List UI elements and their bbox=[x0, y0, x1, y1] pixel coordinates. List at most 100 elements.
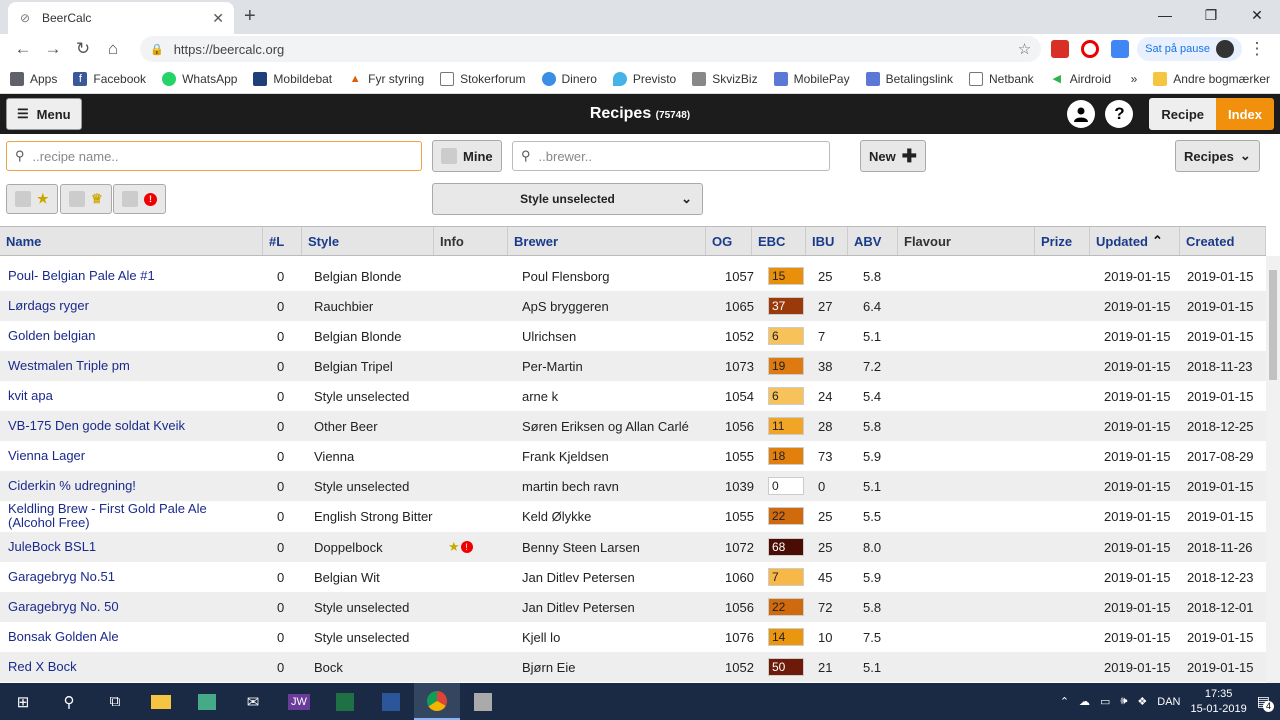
col-liters[interactable]: #L bbox=[263, 227, 302, 255]
menu-button[interactable]: ☰ Menu bbox=[6, 98, 82, 130]
address-bar[interactable]: 🔒 https://beercalc.org ☆ bbox=[140, 36, 1042, 62]
col-style[interactable]: Style bbox=[302, 227, 434, 255]
index-tab[interactable]: Index bbox=[1216, 98, 1274, 130]
recipe-name-link[interactable]: Westmalen Triple pm bbox=[8, 351, 238, 381]
table-row[interactable]: Vienna Lager 0 Vienna Frank Kjeldsen 1055 18 7… bbox=[0, 441, 1266, 471]
table-row[interactable]: Golden belgian 0 Belgian Blonde Ulrichsen 10… bbox=[0, 321, 1266, 351]
windows-start-icon[interactable]: ⊞ bbox=[0, 683, 46, 720]
store-icon[interactable] bbox=[184, 683, 230, 720]
table-row[interactable]: Poul- Belgian Pale Ale #1 0 Belgian Blonde… bbox=[0, 261, 1266, 291]
new-tab-icon[interactable]: + bbox=[244, 5, 256, 28]
bookmarks-overflow-icon[interactable]: » bbox=[1131, 72, 1138, 86]
warning-filter[interactable]: ! bbox=[113, 184, 166, 214]
help-icon[interactable]: ? bbox=[1105, 100, 1134, 128]
clock[interactable]: 17:35 15-01-2019 bbox=[1190, 687, 1246, 717]
bookmark-star-icon[interactable]: ☆ bbox=[1018, 40, 1031, 58]
close-tab-icon[interactable]: ✕ bbox=[212, 10, 224, 27]
table-row[interactable]: Ciderkin % udregning! 0 Style unselected ma… bbox=[0, 471, 1266, 501]
recipe-name-link[interactable]: Bonsak Golden Ale bbox=[8, 622, 238, 652]
table-row[interactable]: Bonsak Golden Ale 0 Style unselected Kjell … bbox=[0, 622, 1266, 652]
extension-calendar-icon[interactable] bbox=[1051, 40, 1070, 58]
bookmark-whatsapp[interactable]: WhatsApp bbox=[162, 71, 237, 86]
table-row[interactable]: Lørdags ryger 0 Rauchbier ApS bryggeren 1065… bbox=[0, 291, 1266, 321]
mine-toggle[interactable]: Mine bbox=[432, 140, 502, 172]
col-abv[interactable]: ABV bbox=[848, 227, 898, 255]
word-icon[interactable] bbox=[368, 683, 414, 720]
col-ibu[interactable]: IBU bbox=[806, 227, 848, 255]
table-row[interactable]: Westmalen Triple pm 0 Belgian Tripel Per-Ma… bbox=[0, 351, 1266, 381]
browser-menu-icon[interactable]: ⋮ bbox=[1242, 39, 1272, 59]
home-icon[interactable]: ⌂ bbox=[98, 39, 128, 59]
col-created[interactable]: Created bbox=[1180, 227, 1266, 255]
camera-app-icon[interactable] bbox=[460, 683, 506, 720]
browser-tab[interactable]: ⊘ BeerCalc ✕ bbox=[8, 2, 234, 34]
col-updated[interactable]: Updated ⌃ bbox=[1090, 227, 1180, 255]
table-row[interactable]: JuleBock BSL1 0 Doppelbock ★! Benny Steen La… bbox=[0, 532, 1266, 562]
recipes-dropdown[interactable]: Recipes ⌄ bbox=[1175, 140, 1260, 172]
recipe-name-link[interactable]: Poul- Belgian Pale Ale #1 bbox=[8, 261, 238, 291]
recipe-search-input[interactable]: ⚲ ..recipe name.. bbox=[6, 141, 422, 171]
translate-icon[interactable] bbox=[1111, 40, 1130, 58]
notification-icon[interactable]: ▤ 4 bbox=[1257, 693, 1274, 712]
recipe-name-link[interactable]: JuleBock BSL1 bbox=[8, 532, 238, 562]
table-row[interactable]: Red X Bock 0 Bock Bjørn Eie 1052 50 21 5.1 2019-… bbox=[0, 652, 1266, 682]
chevron-up-icon[interactable]: ⌃ bbox=[1060, 695, 1069, 708]
recipe-name-link[interactable]: kvit apa bbox=[8, 381, 238, 411]
style-dropdown[interactable]: Style unselected ⌄ bbox=[432, 183, 703, 215]
col-ebc[interactable]: EBC bbox=[752, 227, 806, 255]
bookmark-facebook[interactable]: f Facebook bbox=[73, 71, 146, 86]
recipe-name-link[interactable]: Golden belgian bbox=[8, 321, 238, 351]
back-icon[interactable]: ← bbox=[8, 39, 38, 59]
recipe-name-link[interactable]: Red X Bock bbox=[8, 652, 238, 682]
col-name[interactable]: Name bbox=[0, 227, 263, 255]
opera-icon[interactable] bbox=[1081, 40, 1100, 58]
bookmark-dinero[interactable]: Dinero bbox=[541, 71, 597, 86]
jw-app-icon[interactable]: JW bbox=[276, 683, 322, 720]
excel-icon[interactable] bbox=[322, 683, 368, 720]
search-icon[interactable]: ⚲ bbox=[46, 683, 92, 720]
language-indicator[interactable]: DAN bbox=[1157, 696, 1180, 708]
bookmark-previsto[interactable]: Previsto bbox=[612, 71, 676, 86]
bookmark-stokerforum[interactable]: Stokerforum bbox=[440, 71, 526, 86]
table-row[interactable]: Garagebryg No.51 0 Belgian Wit Jan Ditlev P… bbox=[0, 562, 1266, 592]
recipe-name-link[interactable]: Lørdags ryger bbox=[8, 291, 238, 321]
bookmark-betalingslink[interactable]: Betalingslink bbox=[865, 71, 953, 86]
dropbox-icon[interactable]: ❖ bbox=[1137, 695, 1147, 708]
speaker-icon[interactable]: 🕪 bbox=[1120, 695, 1127, 708]
user-icon[interactable] bbox=[1067, 100, 1096, 128]
profile-pause-button[interactable]: Sat på pause bbox=[1137, 37, 1242, 61]
table-row[interactable]: Garagebryg No. 50 0 Style unselected Jan Di… bbox=[0, 592, 1266, 622]
cloud-icon[interactable]: ☁ bbox=[1079, 695, 1090, 708]
table-row[interactable]: kvit apa 0 Style unselected arne k 1054 6 24 5.… bbox=[0, 381, 1266, 411]
bookmark-apps[interactable]: Apps bbox=[10, 71, 57, 86]
recipe-tab[interactable]: Recipe bbox=[1149, 98, 1217, 130]
file-explorer-icon[interactable] bbox=[138, 683, 184, 720]
close-window-icon[interactable]: ✕ bbox=[1234, 0, 1280, 30]
bookmark-mobildebat[interactable]: Mobildebat bbox=[253, 71, 332, 86]
prize-filter[interactable]: ♕ bbox=[60, 184, 112, 214]
bookmark-skvizbiz[interactable]: SkvizBiz bbox=[692, 71, 758, 86]
recipe-name-link[interactable]: Vienna Lager bbox=[8, 441, 238, 471]
bookmark-fyr-styring[interactable]: ▲ Fyr styring bbox=[348, 72, 424, 86]
table-row[interactable]: Keldling Brew - First Gold Pale Ale (Alc… bbox=[0, 501, 1266, 532]
brewer-search-input[interactable]: ⚲ ..brewer.. bbox=[512, 141, 830, 171]
chrome-icon[interactable] bbox=[414, 683, 460, 720]
recipe-name-link[interactable]: Garagebryg No.51 bbox=[8, 562, 238, 592]
reload-icon[interactable]: ↻ bbox=[68, 39, 98, 59]
col-og[interactable]: OG bbox=[706, 227, 752, 255]
bookmark-mobilepay[interactable]: MobilePay bbox=[773, 71, 850, 86]
table-row[interactable]: VB-175 Den gode soldat Kveik 0 Other Beer S… bbox=[0, 411, 1266, 441]
recipe-name-link[interactable]: Ciderkin % udregning! bbox=[8, 471, 238, 501]
favorite-filter[interactable]: ★ bbox=[6, 184, 58, 214]
forward-icon[interactable]: → bbox=[38, 39, 68, 59]
maximize-icon[interactable]: ❐ bbox=[1188, 0, 1234, 30]
mail-icon[interactable]: ✉ bbox=[230, 683, 276, 720]
scrollbar[interactable] bbox=[1266, 256, 1280, 683]
recipe-name-link[interactable]: Garagebryg No. 50 bbox=[8, 592, 238, 622]
battery-icon[interactable]: ▭ bbox=[1100, 695, 1110, 708]
recipe-name-link[interactable]: Keldling Brew - First Gold Pale Ale (Alc… bbox=[8, 501, 238, 531]
bookmark-airdroid[interactable]: ◀ Airdroid bbox=[1050, 72, 1111, 86]
bookmark-other[interactable]: Andre bogmærker bbox=[1153, 71, 1270, 86]
recipe-name-link[interactable]: VB-175 Den gode soldat Kveik bbox=[8, 411, 238, 441]
bookmark-netbank[interactable]: Netbank bbox=[968, 71, 1034, 86]
